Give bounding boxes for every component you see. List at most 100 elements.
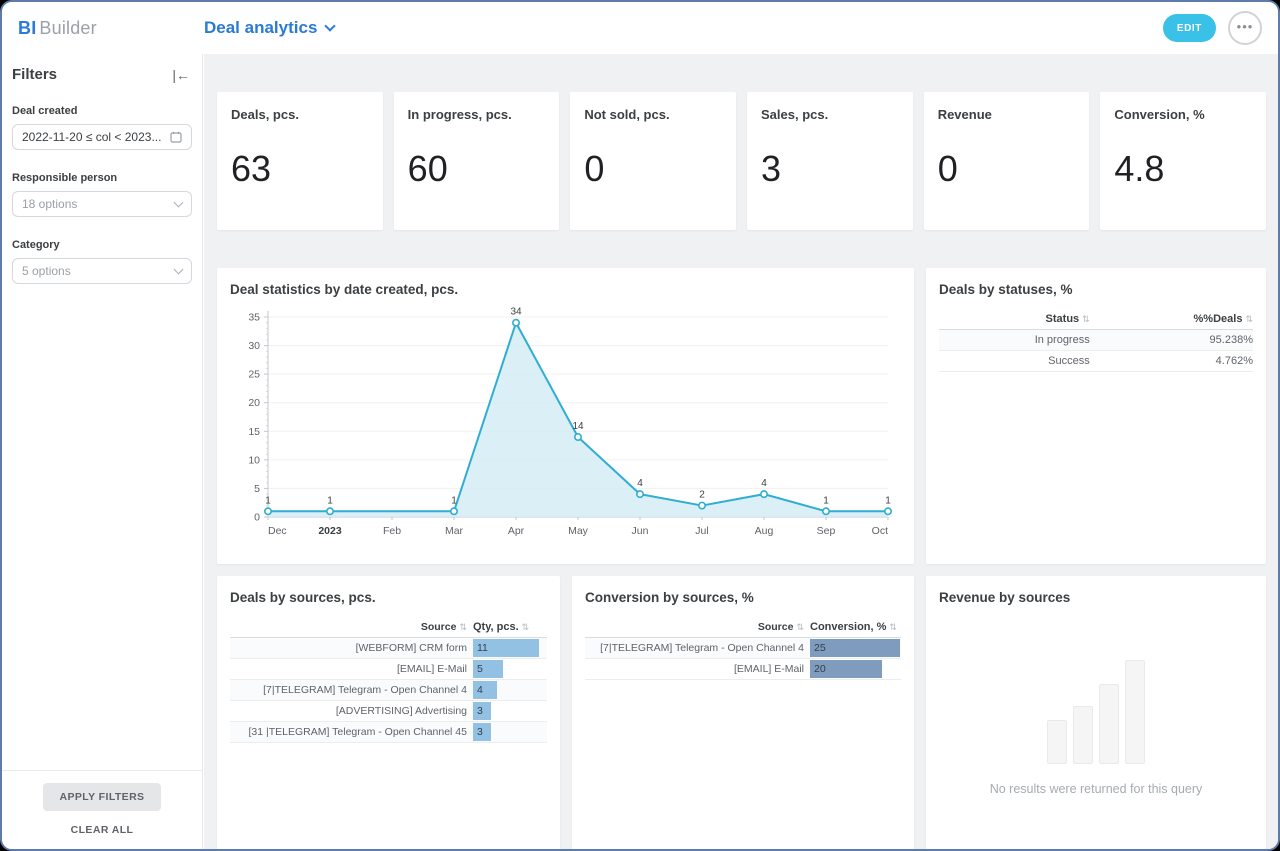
sort-icon: ⇅: [796, 622, 804, 632]
kpi-row: Deals, pcs. 63 In progress, pcs. 60 Not …: [217, 92, 1266, 230]
table-row: [7|TELEGRAM] Telegram - Open Channel 4 4: [230, 680, 547, 701]
empty-state: No results were returned for this query: [939, 659, 1253, 796]
deal-created-label: Deal created: [12, 105, 192, 117]
table-row: [EMAIL] E-Mail 5: [230, 659, 547, 680]
kpi-value: 60: [408, 148, 546, 190]
svg-text:1: 1: [451, 495, 457, 506]
kpi-value: 0: [584, 148, 722, 190]
qty-bar: 11: [473, 639, 539, 657]
kpi-label: In progress, pcs.: [408, 107, 546, 122]
table-row: [EMAIL] E-Mail 20: [585, 659, 901, 680]
qty-bar: 3: [473, 723, 491, 741]
svg-text:1: 1: [885, 495, 891, 506]
table-row: Success 4.762%: [939, 351, 1253, 372]
more-menu-button[interactable]: •••: [1228, 11, 1262, 45]
kpi-label: Conversion, %: [1114, 107, 1252, 122]
conversion-rows: [7|TELEGRAM] Telegram - Open Channel 4 2…: [585, 638, 901, 680]
svg-text:15: 15: [248, 426, 260, 438]
table-row: [31 |TELEGRAM] Telegram - Open Channel 4…: [230, 722, 547, 743]
kpi-card-conversion: Conversion, % 4.8: [1100, 92, 1266, 230]
sources-header-qty[interactable]: Qty, pcs.⇅: [473, 621, 547, 633]
qty-bar: 5: [473, 660, 503, 678]
category-select[interactable]: 5 options: [12, 258, 192, 284]
svg-text:1: 1: [265, 495, 271, 506]
edit-button[interactable]: EDIT: [1163, 14, 1216, 42]
apply-filters-button[interactable]: APPLY FILTERS: [43, 783, 162, 811]
conversion-bar: 25: [810, 639, 900, 657]
clear-all-button[interactable]: CLEAR ALL: [65, 823, 140, 837]
kpi-card-in-progress: In progress, pcs. 60: [394, 92, 560, 230]
sort-icon: ⇅: [1245, 314, 1253, 324]
responsible-person-label: Responsible person: [12, 172, 192, 184]
kpi-card-deals: Deals, pcs. 63: [217, 92, 383, 230]
source-cell: [7|TELEGRAM] Telegram - Open Channel 4: [230, 684, 473, 696]
svg-text:4: 4: [761, 478, 767, 489]
panel-conversion-by-sources: Conversion by sources, % Source⇅ Convers…: [572, 576, 914, 849]
deals-cell: 95.238%: [1090, 334, 1253, 346]
sources-rows: [WEBFORM] CRM form 11 [EMAIL] E-Mail 5 […: [230, 638, 547, 743]
logo-builder: Builder: [39, 18, 96, 38]
logo-bi: BI: [18, 18, 36, 38]
sources-header-source[interactable]: Source⇅: [230, 621, 473, 633]
chevron-down-icon: [325, 20, 336, 31]
qty-bar: 4: [473, 681, 497, 699]
filter-responsible-person: Responsible person 18 options: [12, 172, 192, 217]
app-window: BIBuilder Deal analytics EDIT ••• Filter…: [0, 0, 1280, 851]
svg-text:1: 1: [823, 495, 829, 506]
kpi-value: 63: [231, 148, 369, 190]
svg-text:0: 0: [254, 512, 260, 524]
svg-text:May: May: [568, 525, 589, 537]
svg-text:Mar: Mar: [445, 525, 464, 537]
conversion-bar: 20: [810, 660, 882, 678]
filter-category: Category 5 options: [12, 239, 192, 284]
svg-text:Jul: Jul: [695, 525, 708, 537]
kpi-label: Sales, pcs.: [761, 107, 899, 122]
source-cell: [31 |TELEGRAM] Telegram - Open Channel 4…: [230, 726, 473, 738]
svg-text:Oct: Oct: [872, 525, 888, 537]
svg-text:2: 2: [699, 490, 705, 501]
svg-text:Apr: Apr: [508, 525, 525, 537]
statuses-rows: In progress 95.238% Success 4.762%: [939, 330, 1253, 372]
svg-text:35: 35: [248, 312, 260, 324]
source-cell: [EMAIL] E-Mail: [585, 663, 810, 675]
kpi-value: 0: [938, 148, 1076, 190]
svg-text:30: 30: [248, 340, 260, 352]
svg-text:Jun: Jun: [632, 525, 649, 537]
filters-title: Filters: [12, 66, 57, 83]
app-logo: BIBuilder: [18, 18, 204, 39]
svg-text:20: 20: [248, 397, 260, 409]
source-cell: [ADVERTISING] Advertising: [230, 705, 473, 717]
panel-title: Conversion by sources, %: [585, 590, 901, 605]
svg-text:1: 1: [327, 495, 333, 506]
responsible-person-select[interactable]: 18 options: [12, 191, 192, 217]
status-cell: Success: [939, 355, 1090, 367]
collapse-sidebar-icon[interactable]: |←: [172, 67, 190, 83]
statuses-header-deals[interactable]: %%Deals⇅: [1090, 313, 1253, 325]
empty-state-text: No results were returned for this query: [990, 782, 1203, 796]
kpi-label: Not sold, pcs.: [584, 107, 722, 122]
status-cell: In progress: [939, 334, 1090, 346]
conversion-header-source[interactable]: Source⇅: [585, 621, 810, 633]
dashboard-title-dropdown[interactable]: Deal analytics: [204, 18, 334, 38]
kpi-value: 4.8: [1114, 148, 1252, 190]
svg-text:5: 5: [254, 483, 260, 495]
calendar-icon: [170, 131, 182, 143]
table-row: [WEBFORM] CRM form 11: [230, 638, 547, 659]
svg-text:10: 10: [248, 454, 260, 466]
chevron-down-icon: [174, 198, 184, 208]
svg-text:4: 4: [637, 478, 643, 489]
panel-title: Deals by sources, pcs.: [230, 590, 547, 605]
kpi-value: 3: [761, 148, 899, 190]
responsible-person-value: 18 options: [22, 197, 77, 211]
top-bar: BIBuilder Deal analytics EDIT •••: [2, 2, 1278, 54]
statuses-header-status[interactable]: Status⇅: [939, 313, 1090, 325]
conversion-header-value[interactable]: Conversion, %⇅: [810, 621, 901, 633]
svg-text:25: 25: [248, 369, 260, 381]
deal-created-input[interactable]: 2022-11-20 ≤ col < 2023...: [12, 124, 192, 150]
kpi-label: Revenue: [938, 107, 1076, 122]
kpi-card-not-sold: Not sold, pcs. 0: [570, 92, 736, 230]
source-cell: [EMAIL] E-Mail: [230, 663, 473, 675]
panel-title: Revenue by sources: [939, 590, 1253, 605]
category-label: Category: [12, 239, 192, 251]
sort-icon: ⇅: [522, 622, 530, 633]
